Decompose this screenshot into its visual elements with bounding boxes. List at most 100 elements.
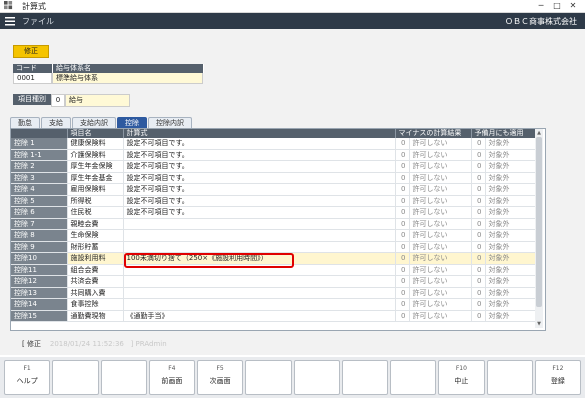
fkey-button-10[interactable]: F10 中止 (438, 360, 485, 395)
table-row[interactable]: 控除13 共同購入費 0 許可しない 0 対象外 (11, 287, 539, 299)
table-row[interactable]: 控除 6 住民税 設定不可項目です。 0 許可しない 0 対象外 (11, 206, 539, 219)
table-row[interactable]: 控除15 通勤費現物 《通勤手当》 0 許可しない 0 対象外 (11, 310, 539, 322)
table-row[interactable]: 控除14 食事控除 0 許可しない 0 対象外 (11, 298, 539, 311)
main-content: 修正 コード 給与体系名 0001 標準給与体系 項目種別 0 給与 勤怠 支給… (0, 29, 585, 355)
close-icon[interactable]: ✕ (565, 0, 581, 12)
fkey-button-11[interactable] (486, 360, 533, 395)
row-yobi-code: 0 (471, 183, 486, 196)
table-row[interactable]: 控除 5 所得税 設定不可項目です。 0 許可しない 0 対象外 (11, 195, 539, 207)
row-minus-code: 0 (395, 275, 410, 288)
row-formula[interactable] (123, 218, 396, 230)
minimize-icon[interactable]: ─ (533, 0, 549, 12)
row-formula[interactable]: 設定不可項目です。 (123, 183, 396, 196)
table-row[interactable]: 控除 1 健康保険料 設定不可項目です。 0 許可しない 0 対象外 (11, 138, 539, 150)
row-yobi: 対象外 (485, 183, 539, 196)
kyuyo-code: 0001 (13, 73, 52, 84)
tab-bar: 勤怠 支給 支給内訳 控除 控除内訳 (10, 117, 192, 128)
row-minus: 許可しない (409, 287, 472, 299)
row-formula[interactable]: 《通勤手当》 (123, 310, 396, 322)
table-row[interactable]: 控除 7 親睦会費 0 許可しない 0 対象外 (11, 218, 539, 230)
row-formula[interactable] (123, 298, 396, 311)
row-formula[interactable] (123, 241, 396, 253)
table-row[interactable]: 控除 1-1 介護保険料 設定不可項目です。 0 許可しない 0 対象外 (11, 149, 539, 161)
row-yobi: 対象外 (485, 206, 539, 219)
fkey-button-6[interactable] (245, 360, 292, 395)
item-type-code[interactable]: 0 (51, 94, 65, 107)
menu-file[interactable]: ファイル (22, 16, 54, 27)
row-yobi-code: 0 (471, 149, 486, 161)
row-yobi: 対象外 (485, 172, 539, 184)
hamburger-menu-icon[interactable] (5, 16, 15, 26)
fkey-button-2[interactable] (52, 360, 99, 395)
row-code: 控除 5 (11, 195, 68, 207)
row-formula[interactable] (123, 229, 396, 242)
fkey-label: ヘルプ (16, 377, 38, 385)
tab-shikyu[interactable]: 支給 (41, 117, 71, 128)
row-item-name: 財形貯蓄 (67, 241, 124, 253)
fkey-button-7[interactable] (293, 360, 340, 395)
row-minus-code: 0 (395, 241, 410, 253)
table-row[interactable]: 控除 4 雇用保険料 設定不可項目です。 0 許可しない 0 対象外 (11, 183, 539, 196)
scroll-down-icon[interactable]: ▼ (535, 320, 543, 328)
row-yobi-code: 0 (471, 298, 486, 311)
row-minus: 許可しない (409, 264, 472, 276)
fkey-button-9[interactable] (390, 360, 437, 395)
row-minus-code: 0 (395, 310, 410, 322)
formula-highlight (124, 253, 294, 268)
fkey-button-1[interactable]: F1 ヘルプ (4, 360, 51, 395)
row-formula[interactable]: 設定不可項目です。 (123, 149, 396, 161)
row-minus-code: 0 (395, 160, 410, 173)
row-item-name: 食事控除 (67, 298, 124, 311)
row-formula[interactable] (123, 275, 396, 288)
fkey-key: F5 (216, 365, 224, 372)
row-formula[interactable]: 設定不可項目です。 (123, 172, 396, 184)
row-yobi-code: 0 (471, 206, 486, 219)
company-name: ＯＢＣ商事株式会社 (505, 17, 577, 26)
fkey-button-12[interactable]: F12 登録 (534, 360, 581, 395)
status-line: [ 修正 2018/01/24 11:52:36 ] PRAdmin (22, 339, 167, 349)
row-minus: 許可しない (409, 183, 472, 196)
tab-shikyu-uchiwake[interactable]: 支給内訳 (72, 117, 116, 128)
tab-kintai[interactable]: 勤怠 (10, 117, 40, 128)
row-yobi: 対象外 (485, 241, 539, 253)
tab-kojo[interactable]: 控除 (117, 117, 147, 128)
table-row[interactable]: 控除12 共済会費 0 許可しない 0 対象外 (11, 275, 539, 288)
tab-kojo-uchiwake[interactable]: 控除内訳 (148, 117, 192, 128)
title-bar: 計算式 ─ □ ✕ (0, 0, 585, 13)
window-title: 計算式 (22, 2, 46, 11)
row-formula[interactable] (123, 287, 396, 299)
row-minus-code: 0 (395, 149, 410, 161)
grid-scrollbar[interactable]: ▲ ▼ (535, 129, 543, 328)
row-minus-code: 0 (395, 229, 410, 242)
row-yobi: 対象外 (485, 264, 539, 276)
fkey-button-8[interactable] (341, 360, 388, 395)
row-code: 控除14 (11, 298, 68, 311)
row-minus-code: 0 (395, 287, 410, 299)
row-item-name: 共済会費 (67, 275, 124, 288)
row-code: 控除13 (11, 287, 68, 299)
scroll-thumb[interactable] (536, 137, 542, 307)
status-mode: [ 修正 (22, 340, 41, 348)
row-yobi: 対象外 (485, 229, 539, 242)
row-formula[interactable]: 設定不可項目です。 (123, 160, 396, 173)
table-row[interactable]: 控除 9 財形貯蓄 0 許可しない 0 対象外 (11, 241, 539, 253)
row-formula[interactable]: 設定不可項目です。 (123, 138, 396, 150)
scroll-up-icon[interactable]: ▲ (535, 129, 543, 137)
table-row[interactable]: 控除 8 生命保険 0 許可しない 0 対象外 (11, 229, 539, 242)
row-minus: 許可しない (409, 275, 472, 288)
table-row[interactable]: 控除 2 厚生年金保険 設定不可項目です。 0 許可しない 0 対象外 (11, 160, 539, 173)
fkey-button-4[interactable]: F4 前画面 (148, 360, 195, 395)
fkey-button-3[interactable] (100, 360, 147, 395)
row-formula[interactable]: 設定不可項目です。 (123, 206, 396, 219)
maximize-icon[interactable]: □ (549, 0, 565, 12)
row-yobi-code: 0 (471, 229, 486, 242)
row-formula[interactable]: 設定不可項目です。 (123, 195, 396, 207)
row-yobi: 対象外 (485, 160, 539, 173)
fkey-key: F1 (23, 365, 31, 372)
fkey-button-5[interactable]: F5 次画面 (197, 360, 244, 395)
row-code: 控除12 (11, 275, 68, 288)
mode-badge: 修正 (13, 45, 49, 58)
table-row[interactable]: 控除 3 厚生年金基金 設定不可項目です。 0 許可しない 0 対象外 (11, 172, 539, 184)
row-yobi-code: 0 (471, 310, 486, 322)
row-minus-code: 0 (395, 264, 410, 276)
